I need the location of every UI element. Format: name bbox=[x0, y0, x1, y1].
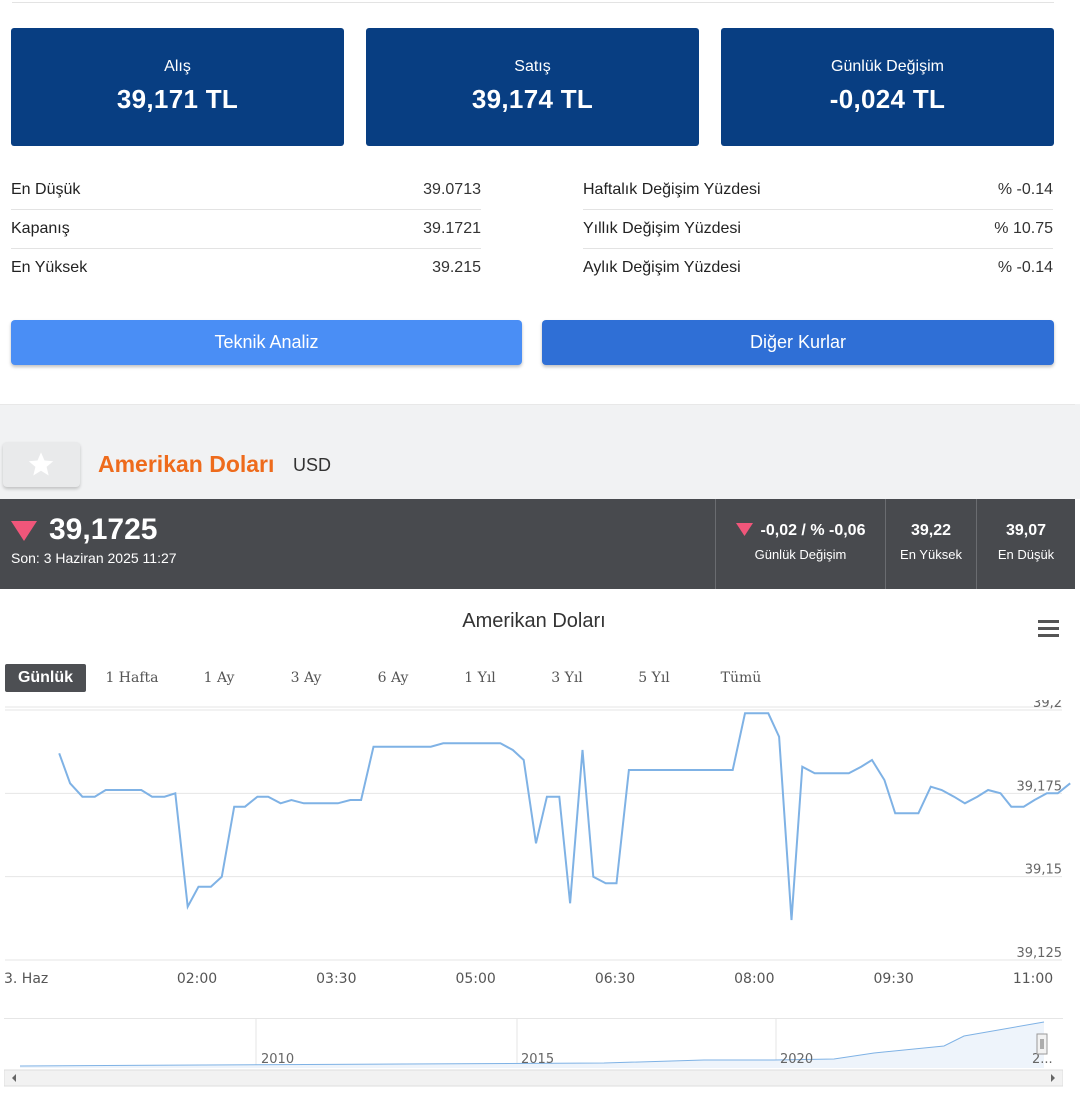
stat-value: 39.0713 bbox=[423, 181, 481, 199]
navigator-graph: 2010 2015 2020 2... bbox=[4, 1018, 1063, 1088]
stat-label: Aylık Değişim Yüzdesi bbox=[583, 259, 741, 277]
sell-card: Satış 39,174 TL bbox=[366, 28, 699, 146]
line-chart: 39,2 39,175 39,15 39,125 3. Haz 02:00 03:30 05:… bbox=[0, 700, 1075, 1000]
x-tick-label: 09:30 bbox=[873, 971, 913, 987]
daily-change-card: Günlük Değişim -0,024 TL bbox=[721, 28, 1054, 146]
stat-label: En Düşük bbox=[11, 181, 80, 199]
stat-value: % 10.75 bbox=[994, 220, 1053, 238]
stat-value: % -0.14 bbox=[998, 181, 1053, 199]
range-3-year[interactable]: 3 Yıl bbox=[537, 664, 597, 692]
technical-analysis-button[interactable]: Teknik Analiz bbox=[11, 320, 522, 365]
buy-value: 39,171 TL bbox=[11, 84, 344, 115]
navigator-scrollbar[interactable] bbox=[4, 1070, 1063, 1086]
nav-label-2020: 2020 bbox=[780, 1052, 813, 1067]
nav-label-2010: 2010 bbox=[261, 1052, 294, 1067]
hamburger-menu-icon[interactable] bbox=[1038, 620, 1059, 637]
daily-change-caption: Günlük Değişim bbox=[716, 547, 885, 562]
range-1-year[interactable]: 1 Yıl bbox=[450, 664, 510, 692]
x-tick-label: 08:00 bbox=[734, 971, 774, 987]
chart-navigator[interactable]: 2010 2015 2020 2... bbox=[4, 1018, 1063, 1088]
ticker-price: 39,1725 bbox=[49, 513, 157, 547]
down-triangle-icon bbox=[736, 523, 753, 536]
sell-value: 39,174 TL bbox=[366, 84, 699, 115]
buy-label: Alış bbox=[11, 58, 344, 76]
y-tick-label: 39,15 bbox=[1025, 863, 1062, 878]
section-divider bbox=[0, 404, 1075, 405]
navigator-handle[interactable] bbox=[1037, 1034, 1047, 1054]
down-triangle-icon bbox=[11, 521, 37, 541]
currency-code: USD bbox=[293, 455, 331, 476]
x-tick-label: 3. Haz bbox=[4, 971, 48, 987]
stat-row-close: Kapanış 39.1721 bbox=[11, 210, 481, 249]
daily-change-value: -0,024 TL bbox=[721, 84, 1054, 115]
last-update: Son: 3 Haziran 2025 11:27 bbox=[11, 550, 177, 566]
buy-card: Alış 39,171 TL bbox=[11, 28, 344, 146]
stat-row-lowest: En Düşük 39.0713 bbox=[11, 171, 481, 210]
high-caption: En Yüksek bbox=[886, 547, 976, 562]
range-all[interactable]: Tümü bbox=[711, 664, 771, 692]
range-daily[interactable]: Günlük bbox=[5, 664, 86, 692]
high-value: 39,22 bbox=[886, 522, 976, 540]
stat-label: Yıllık Değişim Yüzdesi bbox=[583, 220, 741, 238]
range-1-week[interactable]: 1 Hafta bbox=[96, 664, 168, 692]
stat-row-monthly: Aylık Değişim Yüzdesi % -0.14 bbox=[583, 249, 1053, 288]
stat-value: 39.215 bbox=[432, 259, 481, 277]
y-tick-label: 39,125 bbox=[1017, 946, 1063, 961]
daily-change-cell: -0,02 / % -0,06 Günlük Değişim bbox=[715, 499, 885, 589]
chart-title: Amerikan Doları bbox=[0, 610, 1068, 633]
top-divider bbox=[12, 2, 1054, 3]
daily-change-label: Günlük Değişim bbox=[721, 58, 1054, 76]
stat-label: Kapanış bbox=[11, 220, 70, 238]
x-tick-label: 11:00 bbox=[1013, 971, 1053, 987]
stat-row-weekly: Haftalık Değişim Yüzdesi % -0.14 bbox=[583, 171, 1053, 210]
range-5-year[interactable]: 5 Yıl bbox=[624, 664, 684, 692]
nav-label-2015: 2015 bbox=[521, 1052, 554, 1067]
x-tick-label: 06:30 bbox=[595, 971, 635, 987]
y-tick-label: 39,175 bbox=[1017, 779, 1063, 794]
x-tick-label: 02:00 bbox=[177, 971, 217, 987]
low-value: 39,07 bbox=[977, 522, 1075, 540]
stat-label: En Yüksek bbox=[11, 259, 87, 277]
stat-label: Haftalık Değişim Yüzdesi bbox=[583, 181, 761, 199]
series-line bbox=[59, 713, 1070, 920]
x-tick-label: 03:30 bbox=[316, 971, 356, 987]
sell-label: Satış bbox=[366, 58, 699, 76]
daily-change-text: -0,02 / % -0,06 bbox=[761, 522, 866, 539]
range-1-month[interactable]: 1 Ay bbox=[189, 664, 249, 692]
stat-value: % -0.14 bbox=[998, 259, 1053, 277]
stat-row-yearly: Yıllık Değişim Yüzdesi % 10.75 bbox=[583, 210, 1053, 249]
favorite-button[interactable] bbox=[3, 442, 80, 487]
low-cell: 39,07 En Düşük bbox=[976, 499, 1075, 589]
stat-row-highest: En Yüksek 39.215 bbox=[11, 249, 481, 288]
ticker-bar: 39,1725 Son: 3 Haziran 2025 11:27 -0,02 … bbox=[0, 499, 1075, 589]
range-6-month[interactable]: 6 Ay bbox=[363, 664, 423, 692]
star-icon bbox=[26, 450, 56, 478]
low-caption: En Düşük bbox=[977, 547, 1075, 562]
range-3-month[interactable]: 3 Ay bbox=[276, 664, 336, 692]
x-tick-label: 05:00 bbox=[455, 971, 495, 987]
currency-name: Amerikan Doları bbox=[98, 451, 274, 478]
y-tick-label: 39,2 bbox=[1033, 700, 1062, 711]
other-rates-button[interactable]: Diğer Kurlar bbox=[542, 320, 1054, 365]
high-cell: 39,22 En Yüksek bbox=[885, 499, 976, 589]
stat-value: 39.1721 bbox=[423, 220, 481, 238]
